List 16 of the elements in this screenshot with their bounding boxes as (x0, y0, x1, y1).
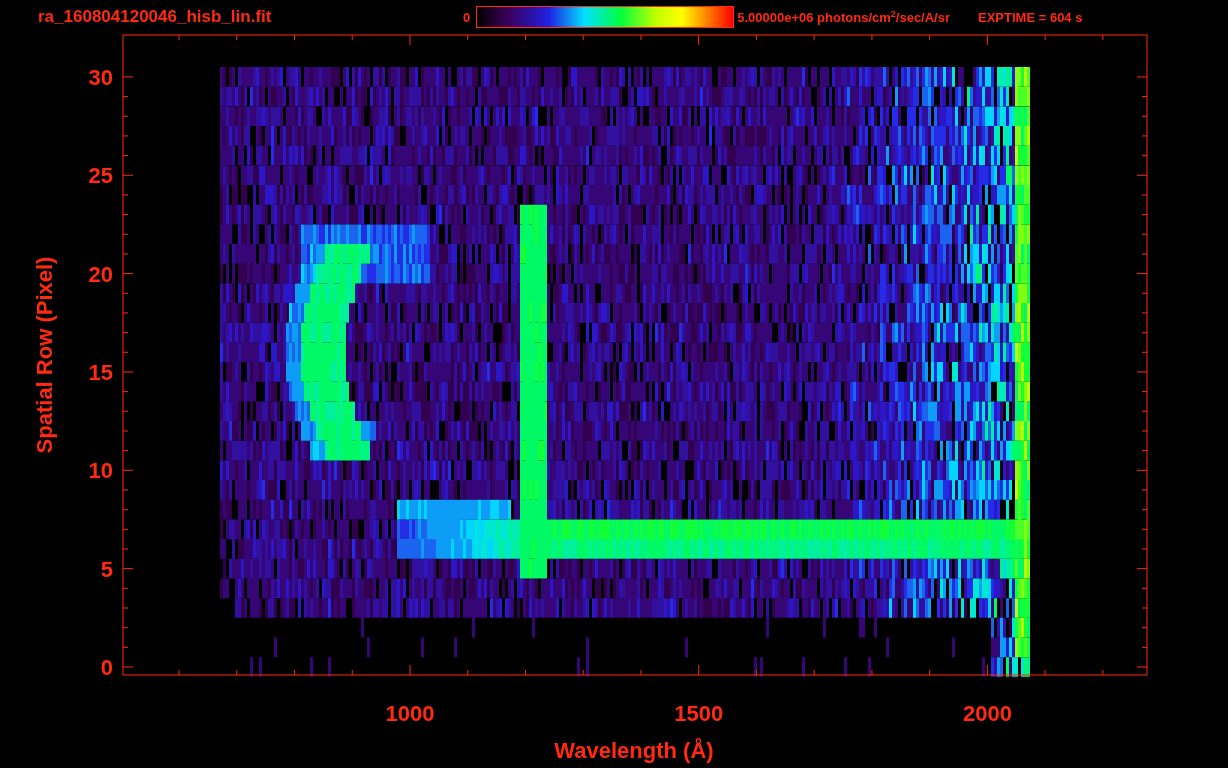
y-tick-label: 20 (88, 261, 113, 287)
y-axis-label: Spatial Row (Pixel) (32, 256, 57, 454)
y-tick-label: 10 (88, 458, 113, 484)
x-tick-label: 1000 (385, 701, 435, 726)
y-tick-label: 0 (100, 655, 113, 680)
y-tick-label: 25 (88, 163, 113, 189)
colorbar-min-label: 0 (463, 9, 471, 25)
x-tick-label: 1500 (674, 701, 724, 726)
y-tick-label: 15 (88, 359, 113, 385)
exposure-time: EXPTIME = 604 s (978, 9, 1083, 25)
colorbar-max-label: 5.00000e+06 photons/cm$^{2}$/sec/A/sr (737, 8, 950, 26)
y-tick-label: 5 (100, 556, 113, 582)
file-title: ra_160804120046_hisb_lin.fit (38, 7, 273, 27)
y-tick-label: 30 (88, 64, 113, 90)
x-axis-label: Wavelength (Å) (554, 738, 714, 763)
x-tick-label: 2000 (962, 701, 1012, 726)
